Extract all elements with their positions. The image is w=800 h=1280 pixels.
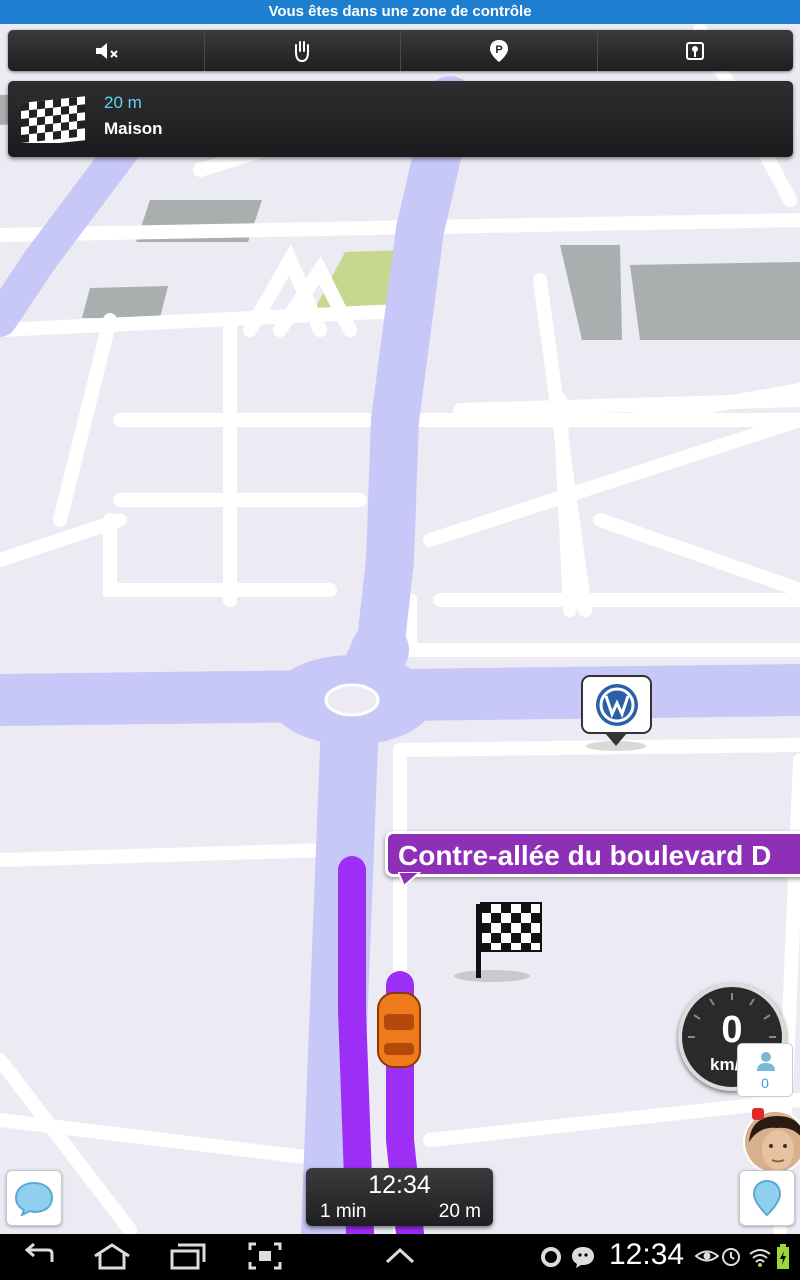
nearby-users-badge[interactable]: 0 xyxy=(737,1043,793,1097)
report-hand-button[interactable] xyxy=(205,30,401,71)
report-pin-icon xyxy=(752,1179,782,1217)
user-avatar[interactable] xyxy=(743,1110,800,1174)
system-clock: 12:34 xyxy=(609,1238,685,1271)
parking-button[interactable]: P xyxy=(401,30,598,71)
mute-button[interactable] xyxy=(8,30,205,71)
map-toggle-button[interactable] xyxy=(598,30,794,71)
parking-icon: P xyxy=(489,39,508,62)
quick-actions-toolbar: P xyxy=(8,30,793,71)
arrival-time: 12:34 xyxy=(368,1171,431,1199)
screenshot-icon[interactable] xyxy=(248,1242,282,1270)
main-menu-button[interactable] xyxy=(6,1170,62,1226)
street-name: Contre-allée du boulevard D xyxy=(398,840,772,871)
destination-name: Maison xyxy=(104,119,163,138)
street-label-pointer xyxy=(398,872,422,888)
chevron-up-icon[interactable] xyxy=(384,1242,416,1270)
eta-panel[interactable]: 12:34 1 min 20 m xyxy=(306,1168,493,1226)
current-street-label: Contre-allée du boulevard D xyxy=(385,831,800,877)
wifi-icon xyxy=(749,1249,771,1267)
car-position-icon xyxy=(377,992,421,1068)
notification-indicator xyxy=(752,1108,764,1120)
user-icon xyxy=(757,1052,775,1071)
waze-status-icon xyxy=(572,1247,594,1268)
svg-text:P: P xyxy=(495,44,502,56)
remaining-time: 1 min xyxy=(320,1201,367,1222)
recent-apps-icon[interactable] xyxy=(170,1242,206,1270)
system-navigation-bar: 12:34 xyxy=(0,1234,800,1280)
hand-icon xyxy=(295,40,310,62)
back-icon[interactable] xyxy=(22,1242,56,1270)
alarm-icon xyxy=(722,1248,740,1266)
remaining-distance-eta: 20 m xyxy=(438,1201,481,1222)
battery-icon xyxy=(777,1244,789,1269)
waze-bubble-icon xyxy=(14,1181,54,1216)
remaining-distance: 20 m xyxy=(104,93,142,112)
avatar-face-icon xyxy=(745,1112,800,1172)
report-button[interactable] xyxy=(739,1170,795,1226)
mute-speaker-icon xyxy=(95,42,118,59)
control-zone-alert: Vous êtes dans une zone de contrôle xyxy=(0,0,800,24)
nearby-users-count: 0 xyxy=(761,1075,769,1091)
sync-icon xyxy=(541,1247,561,1267)
eye-icon xyxy=(695,1250,719,1262)
map-toggle-icon xyxy=(686,41,705,60)
navigation-instruction-panel[interactable]: 20 m Maison xyxy=(8,81,793,157)
checkered-flag-icon xyxy=(21,96,85,143)
home-icon[interactable] xyxy=(92,1242,132,1270)
